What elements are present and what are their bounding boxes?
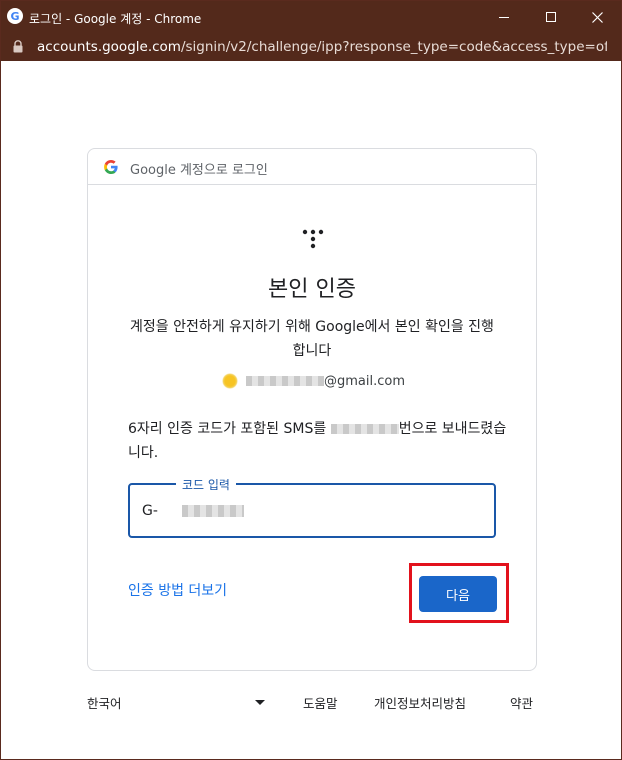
google-app-icon: G bbox=[7, 8, 23, 24]
page-title: 본인 인증 bbox=[268, 277, 356, 302]
avatar-sun-icon bbox=[222, 373, 238, 389]
maximize-icon bbox=[546, 12, 556, 22]
caret-down-icon[interactable] bbox=[255, 700, 265, 705]
language-selector[interactable]: 한국어 bbox=[87, 693, 122, 712]
more-verification-options-link[interactable]: 인증 방법 더보기 bbox=[128, 580, 227, 600]
address-bar[interactable]: accounts.google.com/signin/v2/challenge/… bbox=[1, 33, 621, 61]
privacy-link[interactable]: 개인정보처리방침 bbox=[374, 693, 466, 712]
minimize-icon bbox=[499, 16, 509, 18]
code-value-redacted bbox=[182, 505, 244, 517]
lock-icon bbox=[13, 40, 23, 53]
url-host: accounts.google.com bbox=[37, 39, 181, 55]
next-button[interactable]: 다음 bbox=[419, 576, 497, 612]
window-title: 로그인 - Google 계정 - Chrome bbox=[29, 12, 202, 26]
card-header-text: Google 계정으로 로그인 bbox=[130, 163, 268, 178]
google-logo-icon bbox=[104, 160, 118, 174]
email-domain: @gmail.com bbox=[324, 373, 406, 389]
url-path: /signin/v2/challenge/ipp?response_type=c… bbox=[180, 39, 607, 55]
maximize-button[interactable] bbox=[528, 1, 574, 33]
subtitle-text: 계정을 안전하게 유지하기 위해 Google에서 본인 확인을 진행합니다 bbox=[130, 319, 494, 359]
browser-window: G 로그인 - Google 계정 - Chrome accounts.goog… bbox=[0, 0, 622, 760]
card-header: Google 계정으로 로그인 bbox=[88, 149, 536, 185]
verification-code-input[interactable]: 코드 입력 G- bbox=[128, 476, 496, 538]
code-prefix: G- bbox=[142, 503, 158, 519]
footer: 한국어 도움말 개인정보처리방침 약관 bbox=[87, 693, 539, 713]
help-link[interactable]: 도움말 bbox=[303, 693, 338, 712]
signin-card: Google 계정으로 로그인 본인 인증 계정을 안전하게 유지하기 위해 G… bbox=[87, 148, 537, 671]
code-field-label: 코드 입력 bbox=[176, 476, 236, 493]
account-chip[interactable]: @gmail.com bbox=[222, 371, 405, 391]
close-icon bbox=[591, 11, 603, 23]
phone-dots-icon bbox=[302, 229, 324, 249]
close-button[interactable] bbox=[574, 1, 620, 33]
minimize-button[interactable] bbox=[481, 1, 527, 33]
email-redacted bbox=[246, 376, 324, 386]
url-text: accounts.google.com/signin/v2/challenge/… bbox=[37, 39, 607, 55]
sms-instruction: 6자리 인증 코드가 포함된 SMS를 번으로 보내드렸습니다. bbox=[128, 417, 508, 465]
sms-text-prefix: 6자리 인증 코드가 포함된 SMS를 bbox=[128, 421, 331, 437]
terms-link[interactable]: 약관 bbox=[510, 693, 533, 712]
phone-redacted bbox=[330, 424, 399, 434]
title-bar: G 로그인 - Google 계정 - Chrome bbox=[1, 1, 621, 33]
